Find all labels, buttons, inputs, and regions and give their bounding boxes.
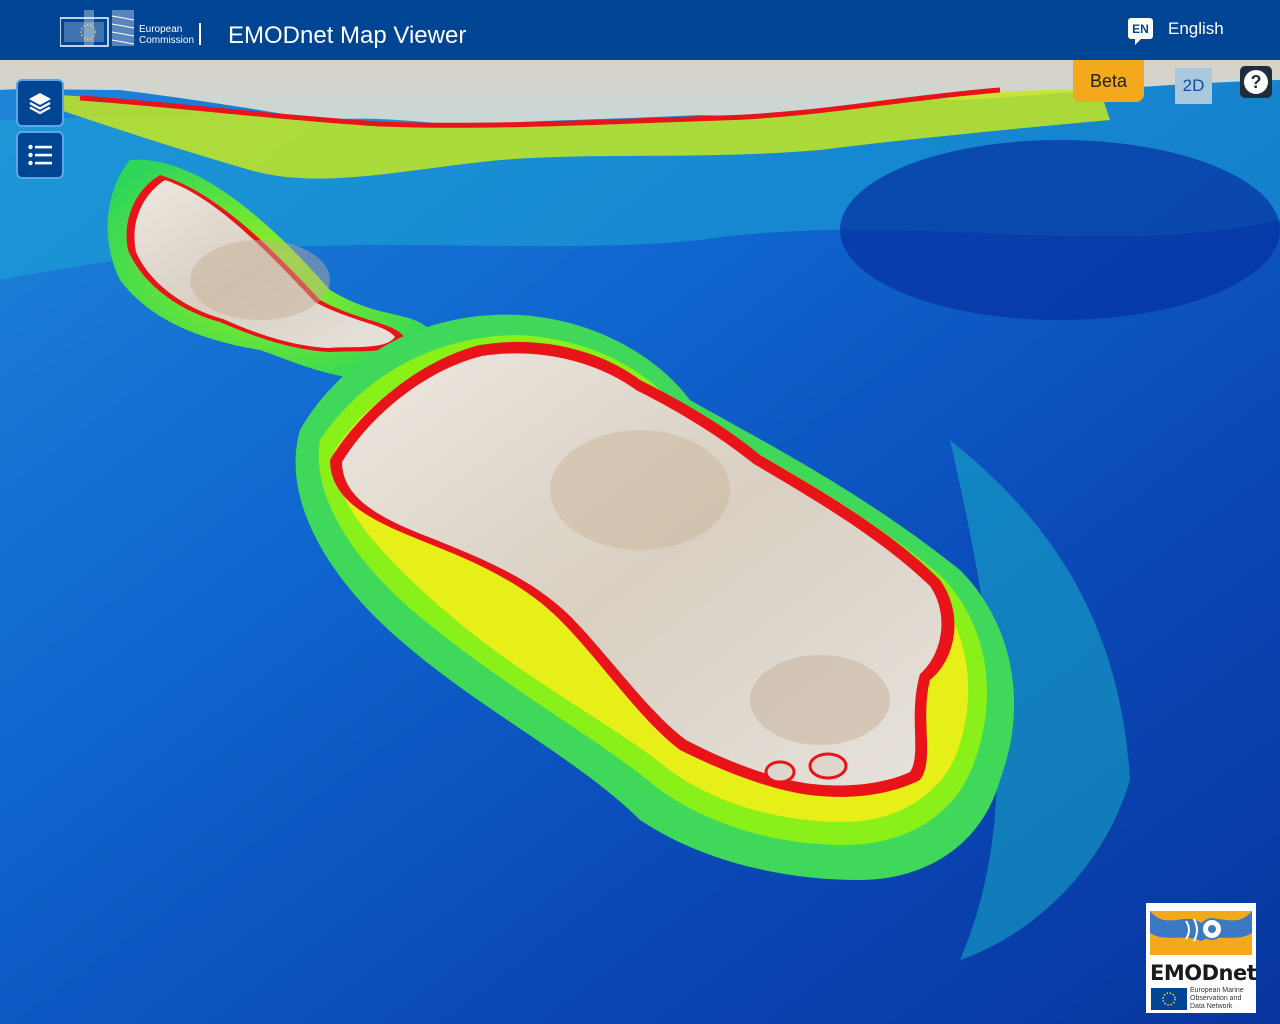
header-divider (199, 23, 201, 45)
ec-line1: European (139, 24, 183, 35)
emodnet-sub-line1: European Marine (1190, 987, 1244, 994)
legend-list-button[interactable] (16, 131, 64, 179)
emodnet-wordmark: EMODnet (1150, 961, 1257, 985)
map-3d-view[interactable] (0, 60, 1280, 1024)
ec-wordmark: European Commission (139, 24, 194, 46)
help-button[interactable]: ? (1240, 66, 1272, 98)
layers-icon (29, 93, 51, 115)
list-icon (28, 144, 52, 166)
language-code-badge: EN (1128, 18, 1153, 45)
ec-line2: Commission (139, 35, 195, 46)
beta-badge-button[interactable]: Beta (1073, 60, 1144, 102)
layers-button[interactable] (16, 79, 64, 127)
app-header: European Commission EMODnet Map Viewer E… (0, 0, 1280, 60)
deep-basin (840, 140, 1280, 320)
island-sant-antioco (764, 760, 796, 784)
relief-corsica (190, 240, 330, 320)
language-label: English (1168, 18, 1224, 38)
island-san-pietro (808, 752, 848, 780)
page-title: EMODnet Map Viewer (228, 22, 467, 49)
eu-flag-icon (1151, 988, 1187, 1010)
language-selector[interactable]: EN English (1128, 18, 1224, 45)
emodnet-sub-line2: Observation and (1190, 995, 1242, 1002)
relief-gennargentu (550, 430, 730, 550)
emodnet-wave-graphic (1150, 911, 1252, 955)
emodnet-subtitle: European Marine Observation and Data Net… (1190, 987, 1254, 1011)
help-icon: ? (1244, 70, 1268, 94)
view-2d-toggle-button[interactable]: 2D (1175, 68, 1212, 104)
map-viewer-app: European Commission EMODnet Map Viewer E… (0, 0, 1280, 1024)
relief-south (750, 655, 890, 745)
emodnet-sub-line3: Data Network (1190, 1003, 1233, 1010)
emodnet-logo[interactable]: EMODnet European Marine Observation and … (1146, 903, 1257, 1013)
